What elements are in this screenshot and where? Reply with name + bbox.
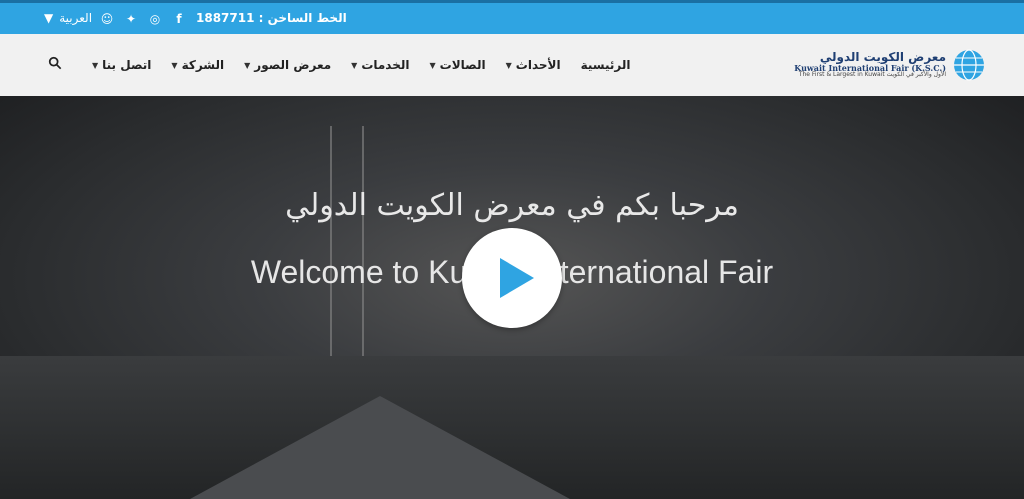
facebook-icon[interactable]: f <box>167 11 191 27</box>
nav-gallery[interactable]: معرض الصور ▼ <box>234 56 341 74</box>
caret-down-icon: ▼ <box>429 60 436 70</box>
nav-company[interactable]: الشركة ▼ <box>161 56 234 74</box>
nav-events[interactable]: الأحداث ▼ <box>496 56 571 74</box>
site-logo[interactable]: معرض الكويت الدولي Kuwait International … <box>794 48 986 82</box>
nav-contact-label: اتصل بنا <box>102 58 152 72</box>
language-label: العربية <box>59 11 93 25</box>
nav-halls-label: الصالات <box>439 58 486 72</box>
hotline-text: الخط الساخن : 1887711 <box>196 11 347 25</box>
caret-down-icon: ▼ <box>44 11 54 25</box>
logo-tagline: The First & Largest in Kuwait الأول والأ… <box>798 71 946 79</box>
hero-video-section: مرحبا بكم في معرض الكويت الدولي Welcome … <box>0 96 1024 499</box>
hero-background-roof <box>190 396 570 499</box>
nav-gallery-label: معرض الصور <box>254 58 332 72</box>
hero-background-tower <box>330 126 364 356</box>
snapchat-icon[interactable]: ☺ <box>95 11 119 27</box>
top-bar: ▼ العربية ☺ ✦ ◎ f الخط الساخن : 1887711 <box>0 0 1024 34</box>
nav-home[interactable]: الرئيسية <box>571 56 641 74</box>
social-icons: ☺ ✦ ◎ f <box>95 11 191 27</box>
caret-down-icon: ▼ <box>92 60 99 70</box>
nav-halls[interactable]: الصالات ▼ <box>420 56 496 74</box>
caret-down-icon: ▼ <box>505 60 512 70</box>
main-navbar: اتصل بنا ▼ الشركة ▼ معرض الصور ▼ الخدمات ▼ ا… <box>0 34 1024 96</box>
instagram-icon[interactable]: ◎ <box>143 11 167 27</box>
caret-down-icon: ▼ <box>351 60 358 70</box>
language-selector[interactable]: ▼ العربية <box>44 11 92 25</box>
nav-services-label: الخدمات <box>361 58 410 72</box>
twitter-icon[interactable]: ✦ <box>119 11 143 27</box>
nav-events-label: الأحداث <box>515 58 561 72</box>
nav-contact[interactable]: اتصل بنا ▼ <box>82 56 161 74</box>
logo-text: معرض الكويت الدولي Kuwait International … <box>794 51 946 78</box>
search-icon[interactable] <box>48 56 62 70</box>
main-menu: اتصل بنا ▼ الشركة ▼ معرض الصور ▼ الخدمات ▼ ا… <box>82 56 640 74</box>
caret-down-icon: ▼ <box>244 60 251 70</box>
caret-down-icon: ▼ <box>171 60 178 70</box>
play-button-icon[interactable] <box>462 228 562 328</box>
nav-services[interactable]: الخدمات ▼ <box>341 56 419 74</box>
nav-company-label: الشركة <box>181 58 225 72</box>
hero-title-arabic: مرحبا بكم في معرض الكويت الدولي <box>285 188 739 223</box>
globe-logo-icon <box>954 49 984 81</box>
nav-home-label: الرئيسية <box>580 58 631 72</box>
